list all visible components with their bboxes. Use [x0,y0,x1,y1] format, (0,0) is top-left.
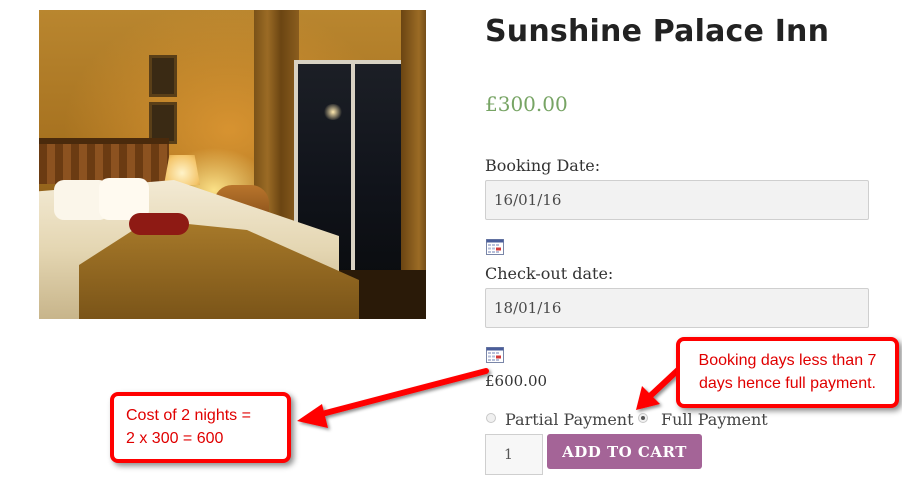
calendar-icon[interactable] [486,347,504,363]
add-to-cart-button[interactable]: ADD TO CART [547,434,702,469]
full-payment-radio[interactable] [638,413,648,423]
wall-picture [149,55,177,97]
room-curtain [401,10,426,280]
quantity-input[interactable] [485,434,543,475]
partial-payment-label[interactable]: Partial Payment [505,410,634,429]
calendar-icon[interactable] [486,239,504,255]
annotation-cost-callout: Cost of 2 nights = 2 x 300 = 600 [110,392,291,463]
partial-payment-radio[interactable] [486,413,496,423]
booking-date-label: Booking Date: [485,156,601,175]
annotation-text: Cost of 2 nights = [126,407,251,424]
bolster-pillow [129,213,189,235]
product-title: Sunshine Palace Inn [485,14,830,49]
headboard [39,138,169,184]
product-price: £300.00 [485,92,568,116]
annotation-text: Booking days less than 7 [698,352,877,369]
product-image [39,10,426,319]
booking-date-field[interactable] [485,180,869,220]
annotation-text: 2 x 300 = 600 [126,430,224,447]
arrow-to-full-payment [636,367,681,410]
full-payment-label[interactable]: Full Payment [661,410,768,429]
checkout-date-label: Check-out date: [485,264,614,283]
checkout-date-field[interactable] [485,288,869,328]
total-price: £600.00 [485,372,548,390]
annotation-text: days hence full payment. [699,375,876,392]
annotation-payment-callout: Booking days less than 7 days hence full… [676,337,899,408]
arrow-to-total-price [297,368,489,428]
